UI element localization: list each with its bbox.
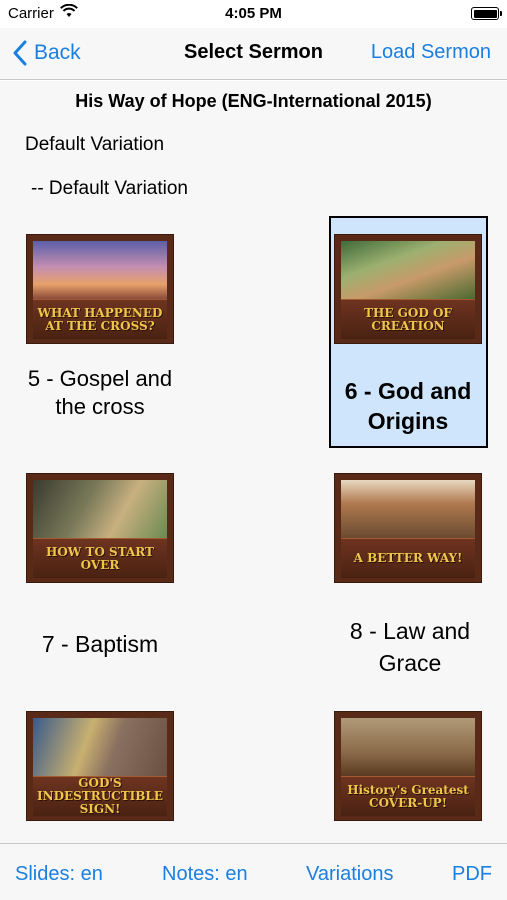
variation-group-label: Default Variation — [25, 134, 165, 155]
sermon-thumbnail[interactable]: History's Greatest COVER-UP! — [334, 711, 482, 821]
thumbnail-caption: GOD'S INDESTRUCTIBLE SIGN! — [33, 776, 167, 816]
pdf-button[interactable]: PDF — [452, 863, 492, 886]
sermon-thumbnail[interactable]: WHAT HAPPENED AT THE CROSS? — [26, 234, 174, 344]
sermon-list: His Way of Hope (ENG-International 2015)… — [0, 81, 507, 843]
thumbnail-caption: WHAT HAPPENED AT THE CROSS? — [33, 299, 167, 339]
family-image — [341, 480, 475, 538]
chevron-left-icon — [13, 40, 27, 66]
navigation-bar: Back Select Sermon Load Sermon — [0, 28, 507, 80]
parchment-image — [341, 718, 475, 776]
bottom-toolbar: Slides: en Notes: en Variations PDF — [0, 843, 507, 900]
battery-icon — [471, 7, 502, 20]
status-bar: Carrier 4:05 PM — [0, 0, 507, 28]
sermon-thumbnail[interactable]: A BETTER WAY! — [334, 473, 482, 583]
sermon-thumbnail[interactable]: HOW TO START OVER — [26, 473, 174, 583]
sermon-label[interactable]: 7 - Baptism — [20, 630, 180, 658]
hands-image — [33, 480, 167, 538]
sermon-thumbnail[interactable]: THE GOD OF CREATION — [334, 234, 482, 344]
thumbnail-caption: HOW TO START OVER — [33, 538, 167, 578]
sermon-label[interactable]: 5 - Gospel and the cross — [20, 365, 180, 421]
thumbnail-caption: THE GOD OF CREATION — [341, 299, 475, 339]
thumbnail-caption: History's Greatest COVER-UP! — [341, 776, 475, 816]
variation-item[interactable]: -- Default Variation — [31, 178, 188, 200]
variations-button[interactable]: Variations — [306, 863, 393, 886]
garden-creation-image — [341, 241, 475, 299]
thumbnail-caption: A BETTER WAY! — [341, 538, 475, 578]
back-label: Back — [34, 41, 81, 64]
clock: 4:05 PM — [225, 5, 282, 22]
tablets-image — [33, 718, 167, 776]
sermon-thumbnail[interactable]: GOD'S INDESTRUCTIBLE SIGN! — [26, 711, 174, 821]
sermon-label[interactable]: 6 - God and Origins — [334, 376, 482, 436]
sermon-label[interactable]: 8 - Law and Grace — [330, 615, 490, 679]
sermon-title: His Way of Hope (ENG-International 2015) — [75, 91, 432, 111]
cross-clouds-image — [33, 241, 167, 299]
notes-language-button[interactable]: Notes: en — [162, 863, 248, 886]
back-button[interactable]: Back — [12, 38, 81, 68]
slides-language-button[interactable]: Slides: en — [15, 863, 103, 886]
load-sermon-button[interactable]: Load Sermon — [371, 41, 491, 64]
